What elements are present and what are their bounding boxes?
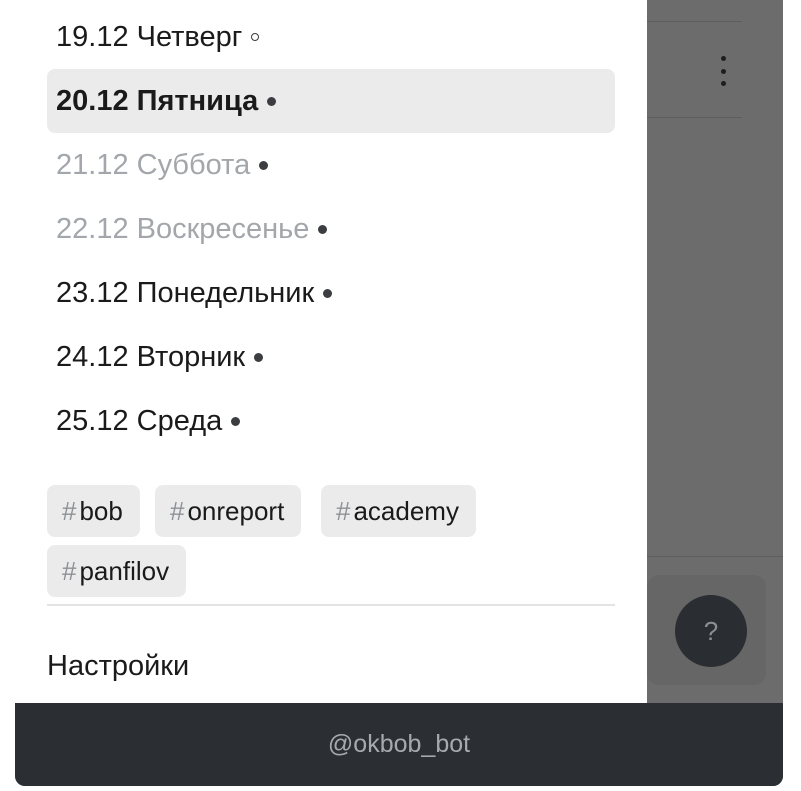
status-dot-icon <box>267 96 277 106</box>
bot-handle-label: @okbob_bot <box>327 730 471 758</box>
tag-label: bob <box>79 495 123 526</box>
day-item-19-12[interactable]: 19.12 Четверг <box>47 5 615 69</box>
hash-icon: # <box>336 495 351 526</box>
tag-label: onreport <box>187 495 285 526</box>
background-divider <box>647 556 783 557</box>
day-item-24-12[interactable]: 24.12 Вторник <box>47 325 615 389</box>
status-dot-icon <box>251 33 260 41</box>
day-label: 19.12 Четверг <box>56 20 243 53</box>
status-dot-icon <box>323 288 333 298</box>
day-item-21-12[interactable]: 21.12 Суббота <box>47 133 615 197</box>
day-label: 20.12 Пятница <box>56 84 259 117</box>
tag-onreport[interactable]: # onreport <box>155 485 302 537</box>
background-divider <box>647 21 742 22</box>
day-label: 24.12 Вторник <box>56 340 246 373</box>
day-item-25-12[interactable]: 25.12 Среда <box>47 389 615 453</box>
hash-icon: # <box>62 555 77 586</box>
status-dot-icon <box>254 352 264 362</box>
menu-divider <box>47 604 615 606</box>
status-dot-icon <box>259 160 269 170</box>
day-label: 21.12 Суббота <box>56 148 251 181</box>
help-button[interactable]: ? <box>675 595 747 667</box>
status-dot-icon <box>318 224 328 234</box>
settings-menu-item[interactable]: Настройки <box>47 650 189 683</box>
tag-panfilov[interactable]: # panfilov <box>47 545 187 597</box>
hash-icon: # <box>170 495 185 526</box>
day-label: 25.12 Среда <box>56 404 223 437</box>
date-drawer: 19.12 Четверг 20.12 Пятница 21.12 Суббот… <box>15 0 647 703</box>
background-divider <box>647 117 742 118</box>
day-item-23-12[interactable]: 23.12 Понедельник <box>47 261 615 325</box>
app-window: ? 19.12 Четверг 20.12 Пятница 21.12 Субб… <box>15 0 783 786</box>
status-dot-icon <box>231 416 241 426</box>
tag-bob[interactable]: # bob <box>47 485 140 537</box>
bot-handle-footer: @okbob_bot <box>15 703 783 786</box>
day-item-22-12[interactable]: 22.12 Воскресенье <box>47 197 615 261</box>
day-label: 22.12 Воскресенье <box>56 212 310 245</box>
day-label: 23.12 Понедельник <box>56 276 315 309</box>
day-item-20-12[interactable]: 20.12 Пятница <box>47 69 615 133</box>
hash-icon: # <box>62 495 77 526</box>
tag-academy[interactable]: # academy <box>321 485 476 537</box>
tag-label: academy <box>353 495 459 526</box>
tag-label: panfilov <box>79 555 170 586</box>
more-vertical-icon[interactable] <box>716 56 730 86</box>
